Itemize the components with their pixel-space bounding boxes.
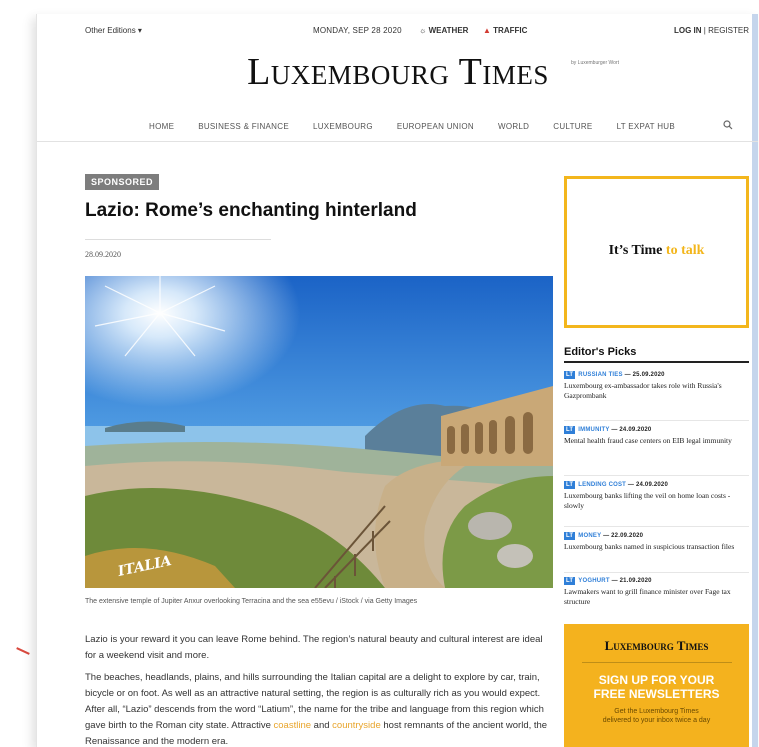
ad-text-highlight: to talk <box>665 243 705 258</box>
article-hero-image[interactable]: ITALIA <box>85 276 553 588</box>
sponsored-badge: SPONSORED <box>85 174 160 190</box>
other-editions-dropdown[interactable]: Other Editions ▾ <box>85 26 142 35</box>
nav-item-business-finance[interactable]: BUSINESS & FINANCE <box>198 122 289 131</box>
paragraph-2-text-b: and <box>311 720 333 731</box>
nav-item-culture[interactable]: CULTURE <box>553 122 592 131</box>
search-icon[interactable] <box>723 120 733 133</box>
pick-date: — 24.09.2020 <box>611 427 652 433</box>
newsletter-subtext: Get the Luxembourg Times delivered to yo… <box>564 707 749 725</box>
pick-item[interactable]: LT MONEY — 22.09.2020 Luxembourg banks na… <box>564 532 749 552</box>
article-date: 28.09.2020 <box>85 250 121 259</box>
login-link[interactable]: LOG IN <box>674 26 702 35</box>
masthead: Luxembourg Times by Luxemburger Wort <box>37 50 758 94</box>
pick-date: — 21.09.2020 <box>611 578 652 584</box>
pick-divider <box>564 420 749 421</box>
top-utility-bar: Other Editions ▾ MONDAY, SEP 28 2020 ☼ W… <box>85 26 749 40</box>
auth-links: LOG IN | REGISTER <box>674 26 749 35</box>
ad-text-main: It’s Time <box>608 243 663 258</box>
pick-tag-line: LT MONEY — 22.09.2020 <box>564 532 749 540</box>
logo-byline: by Luxemburger Wort <box>571 60 619 66</box>
nav-item-european-union[interactable]: EUROPEAN UNION <box>397 122 474 131</box>
pick-divider <box>564 572 749 573</box>
lt-badge-icon: LT <box>564 371 576 379</box>
nav-item-luxembourg[interactable]: LUXEMBOURG <box>313 122 373 131</box>
newsletter-subtext-line-1: Get the Luxembourg Times <box>614 708 699 715</box>
warning-triangle-icon: ▲ <box>483 26 491 35</box>
pick-tag-line: LT YOGHURT — 21.09.2020 <box>564 577 749 585</box>
article-paragraph-2: The beaches, headlands, plains, and hill… <box>85 670 555 747</box>
headline-divider <box>85 239 271 240</box>
pick-tag-line: LT IMMUNITY — 24.09.2020 <box>564 426 749 434</box>
pick-date: — 22.09.2020 <box>603 533 644 539</box>
weather-label: WEATHER <box>428 26 469 35</box>
article-paragraph-1: Lazio is your reward it you can leave Ro… <box>85 634 543 661</box>
pick-title[interactable]: Luxembourg banks named in suspicious tra… <box>564 542 749 552</box>
newsletter-logo: Luxembourg Times <box>604 638 709 653</box>
pick-divider <box>564 475 749 476</box>
newsletter-divider <box>581 662 732 663</box>
newsletter-headline-line-2: FREE NEWSLETTERS <box>593 687 720 701</box>
lt-badge-icon: LT <box>564 577 576 585</box>
site-logo[interactable]: Luxembourg Times <box>37 50 758 94</box>
auth-separator: | <box>703 26 706 35</box>
current-date: MONDAY, SEP 28 2020 <box>313 26 402 35</box>
pick-tag-line: LT LENDING COST — 24.09.2020 <box>564 481 749 489</box>
article-headline: Lazio: Rome’s enchanting hinterland <box>85 200 417 221</box>
newsletter-signup-box[interactable]: Luxembourg Times SIGN UP FOR YOUR FREE N… <box>564 624 749 747</box>
browser-page: Other Editions ▾ MONDAY, SEP 28 2020 ☼ W… <box>36 14 758 747</box>
pick-item[interactable]: LT LENDING COST — 24.09.2020 Luxembourg b… <box>564 481 749 511</box>
traffic-label: TRAFFIC <box>493 26 528 35</box>
editors-picks-heading: Editor's Picks <box>564 346 637 358</box>
pick-title[interactable]: Luxembourg banks lifting the veil on hom… <box>564 491 749 511</box>
pick-date: — 25.09.2020 <box>624 372 665 378</box>
pick-item[interactable]: LT IMMUNITY — 24.09.2020 Mental health fr… <box>564 426 749 446</box>
pick-divider <box>564 526 749 527</box>
pick-category: MONEY <box>578 533 602 539</box>
ad-text: It’s Time to talk <box>567 243 746 259</box>
pick-title[interactable]: Mental health fraud case centers on EIB … <box>564 436 749 446</box>
coastline-link[interactable]: coastline <box>274 720 312 731</box>
lt-badge-icon: LT <box>564 481 576 489</box>
newsletter-headline: SIGN UP FOR YOUR FREE NEWSLETTERS <box>564 673 749 701</box>
newsletter-headline-line-1: SIGN UP FOR YOUR <box>598 673 715 687</box>
landscape-illustration: ITALIA <box>85 276 553 588</box>
lt-badge-icon: LT <box>564 426 576 434</box>
pick-category: IMMUNITY <box>578 427 610 433</box>
image-caption: The extensive temple of Jupiter Anxur ov… <box>85 598 418 605</box>
main-navigation: HOME BUSINESS & FINANCE LUXEMBOURG EUROP… <box>37 120 758 142</box>
lt-badge-icon: LT <box>564 532 576 540</box>
pick-item[interactable]: LT RUSSIAN TIES — 25.09.2020 Luxembourg e… <box>564 371 749 401</box>
sun-cloud-icon: ☼ <box>419 26 427 35</box>
pick-category: RUSSIAN TIES <box>578 372 623 378</box>
pick-title[interactable]: Lawmakers want to grill finance minister… <box>564 587 749 607</box>
countryside-link[interactable]: countryside <box>332 720 381 731</box>
pick-tag-line: LT RUSSIAN TIES — 25.09.2020 <box>564 371 749 379</box>
red-stroke-mark <box>16 647 30 655</box>
pick-date: — 24.09.2020 <box>627 482 669 488</box>
weather-link[interactable]: ☼ WEATHER <box>419 26 468 35</box>
sidebar-advertisement[interactable]: It’s Time to talk <box>564 176 749 328</box>
pick-category: YOGHURT <box>578 578 610 584</box>
pick-title[interactable]: Luxembourg ex-ambassador takes role with… <box>564 381 749 401</box>
nav-item-lt-expat-hub[interactable]: LT EXPAT HUB <box>617 122 675 131</box>
pick-category: LENDING COST <box>578 482 627 488</box>
editors-picks-rule <box>564 361 749 363</box>
nav-item-world[interactable]: WORLD <box>498 122 529 131</box>
newsletter-subtext-line-2: delivered to your inbox twice a day <box>602 717 711 724</box>
nav-item-home[interactable]: HOME <box>149 122 174 131</box>
register-link[interactable]: REGISTER <box>708 26 749 35</box>
traffic-link[interactable]: ▲ TRAFFIC <box>483 26 527 35</box>
pick-item[interactable]: LT YOGHURT — 21.09.2020 Lawmakers want to… <box>564 577 749 607</box>
